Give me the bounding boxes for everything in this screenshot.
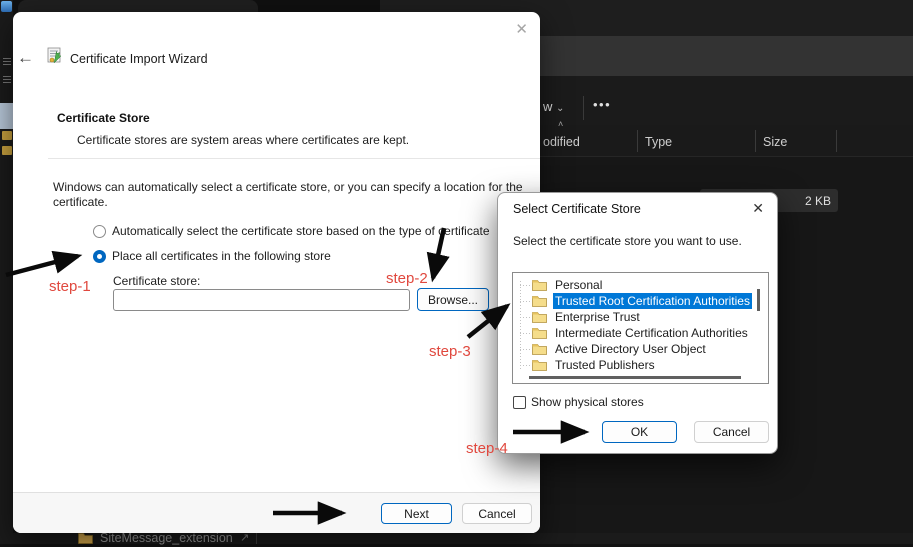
nav-selected-item[interactable]	[0, 103, 13, 129]
explorer-nav-strip	[0, 0, 13, 544]
tree-item-label[interactable]: Active Directory User Object	[553, 341, 708, 357]
certificate-store-field-label: Certificate store:	[113, 274, 201, 288]
show-physical-stores-label: Show physical stores	[531, 395, 644, 409]
dialog-cancel-button[interactable]: Cancel	[694, 421, 769, 443]
tree-item-label-selected[interactable]: Trusted Root Certification Authorities	[553, 293, 752, 309]
show-physical-stores-row[interactable]: Show physical stores	[513, 395, 644, 409]
ok-button[interactable]: OK	[602, 421, 677, 443]
nav-item-icon[interactable]	[3, 58, 11, 67]
tree-item-trusted-root[interactable]: Trusted Root Certification Authorities	[513, 293, 752, 309]
tree-item-personal[interactable]: Personal	[513, 277, 604, 293]
view-menu-label: w	[543, 99, 553, 114]
more-options-button[interactable]: •••	[593, 97, 611, 112]
dialog-title: Select Certificate Store	[513, 202, 641, 216]
folder-icon	[532, 280, 547, 291]
close-icon[interactable]: ✕	[515, 20, 528, 38]
radio-automatic-label[interactable]: Automatically select the certificate sto…	[112, 224, 490, 238]
folder-icon[interactable]	[2, 131, 12, 140]
tree-item-label[interactable]: Intermediate Certification Authorities	[553, 325, 750, 341]
certificate-store-input[interactable]	[113, 289, 410, 311]
tree-item-trusted-publishers[interactable]: Trusted Publishers	[513, 357, 657, 373]
tree-item-label[interactable]: Trusted Publishers	[553, 357, 657, 373]
certificate-store-tree: Personal Trusted Root Certification Auth…	[512, 272, 769, 384]
column-separator[interactable]	[637, 130, 638, 152]
divider	[48, 158, 540, 159]
folder-icon	[78, 533, 93, 544]
tree-item-active-directory[interactable]: Active Directory User Object	[513, 341, 708, 357]
radio-circle-selected[interactable]	[93, 249, 106, 263]
ellipsis-icon: •••	[593, 97, 612, 112]
column-header-modified[interactable]: odified	[543, 135, 580, 149]
next-button-label: Next	[404, 506, 429, 521]
horizontal-scrollbar-thumb[interactable]	[529, 376, 741, 379]
ok-button-label: OK	[630, 425, 649, 439]
app-icon	[1, 1, 12, 12]
close-icon[interactable]: ✕	[752, 200, 764, 217]
toolbar-separator	[583, 96, 584, 120]
store-description: Windows can automatically select a certi…	[53, 180, 523, 209]
tree-item-label[interactable]: Personal	[553, 277, 604, 293]
chevron-down-icon: ⌄	[556, 103, 565, 114]
column-header-type[interactable]: Type	[645, 135, 672, 149]
radio-automatic-store[interactable]: Automatically select the certificate sto…	[93, 224, 490, 238]
folder-icon	[532, 312, 547, 323]
column-separator[interactable]	[836, 130, 837, 152]
wizard-title: Certificate Import Wizard	[70, 52, 208, 66]
folder-icon	[532, 360, 547, 371]
tree-item-intermediate[interactable]: Intermediate Certification Authorities	[513, 325, 750, 341]
certificate-wizard-icon	[47, 47, 62, 64]
vertical-scrollbar-thumb[interactable]	[757, 289, 760, 311]
sidebar-item-sitemessage-extension[interactable]: SiteMessage_extension	[100, 531, 233, 545]
divider	[256, 533, 257, 544]
file-size-value: 2 KB	[804, 193, 831, 208]
select-certificate-store-dialog: Select Certificate Store ✕ Select the ce…	[497, 192, 778, 454]
explorer-bottom-strip: SiteMessage_extension ↗	[0, 531, 913, 545]
back-arrow-icon[interactable]: ←	[17, 48, 34, 68]
dialog-cancel-button-label: Cancel	[712, 425, 751, 439]
sort-ascending-icon: ˄	[558, 119, 564, 129]
folder-icon	[532, 344, 547, 355]
next-button[interactable]: Next	[381, 503, 452, 524]
tree-item-enterprise-trust[interactable]: Enterprise Trust	[513, 309, 642, 325]
wizard-footer: Next Cancel	[13, 492, 540, 533]
dialog-prompt: Select the certificate store you want to…	[513, 234, 742, 248]
radio-place-all-store[interactable]: Place all certificates in the following …	[93, 249, 331, 263]
certificate-import-wizard-window: ✕ ← Certificate Import Wizard Certificat…	[13, 12, 540, 533]
page-heading: Certificate Store	[57, 111, 150, 125]
page-subheading: Certificate stores are system areas wher…	[77, 133, 410, 147]
view-menu[interactable]: w ⌄	[543, 99, 564, 114]
browse-button[interactable]: Browse...	[417, 288, 489, 311]
explorer-tab[interactable]	[18, 0, 258, 12]
cancel-button[interactable]: Cancel	[462, 503, 532, 524]
show-physical-stores-checkbox[interactable]	[513, 395, 526, 409]
column-header-size[interactable]: Size	[763, 135, 787, 149]
browse-button-label: Browse...	[427, 292, 478, 307]
folder-icon	[532, 328, 547, 339]
radio-circle-unselected[interactable]	[93, 224, 106, 238]
radio-place-all-label[interactable]: Place all certificates in the following …	[112, 249, 331, 263]
cancel-button-label: Cancel	[478, 506, 516, 521]
tree-item-label[interactable]: Enterprise Trust	[553, 309, 642, 325]
folder-icon[interactable]	[2, 146, 12, 155]
nav-item-icon[interactable]	[3, 76, 11, 85]
folder-icon	[532, 296, 547, 307]
column-separator[interactable]	[755, 130, 756, 152]
